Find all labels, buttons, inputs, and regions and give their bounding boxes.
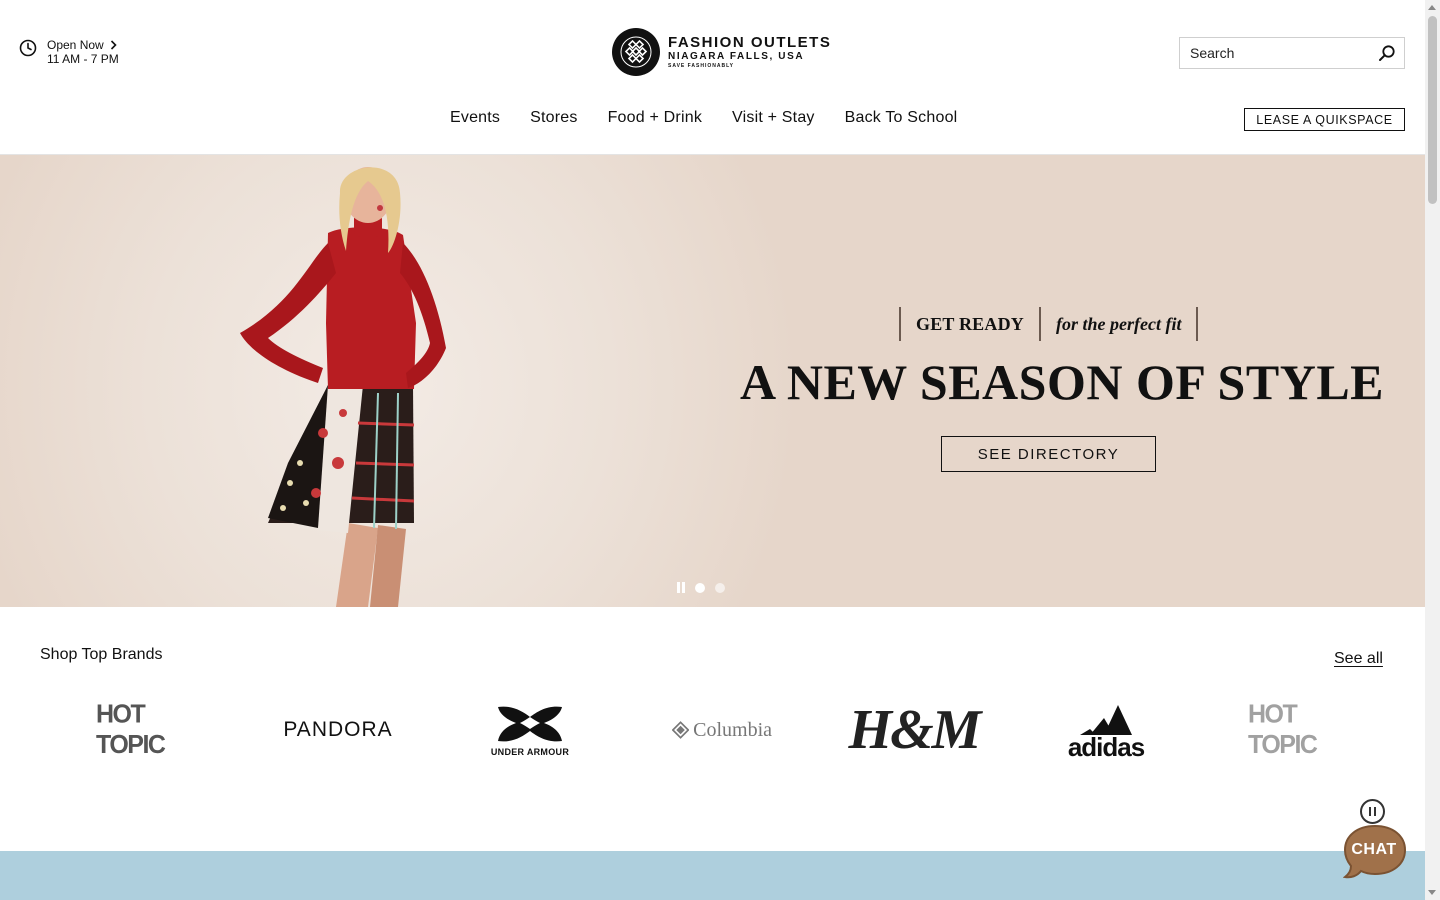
hero-headline: A NEW SEASON OF STYLE	[740, 354, 1385, 410]
see-all-link[interactable]: See all	[1334, 650, 1383, 668]
chevron-right-icon	[110, 40, 117, 50]
hours-status: Open Now	[47, 38, 104, 52]
chat-pause-icon[interactable]	[1360, 799, 1385, 824]
nav-visit-stay[interactable]: Visit + Stay	[732, 109, 815, 127]
logo-slogan: SAVE FASHIONABLY	[668, 62, 735, 69]
scrollbar-thumb[interactable]	[1428, 16, 1437, 204]
columbia-diamond-icon	[672, 721, 690, 739]
columbia-label: Columbia	[693, 718, 772, 741]
see-directory-button[interactable]: SEE DIRECTORY	[941, 436, 1156, 472]
clock-icon	[19, 39, 37, 57]
nav-food-drink[interactable]: Food + Drink	[608, 109, 702, 127]
store-hours[interactable]: Open Now 11 AM - 7 PM	[19, 38, 119, 66]
carousel-dot-2[interactable]	[715, 582, 725, 593]
brand-logo-adidas[interactable]: adidas	[1056, 690, 1156, 770]
brand-logo-under-armour[interactable]: UNDER ARMOUR	[480, 690, 580, 770]
search-input[interactable]	[1190, 45, 1378, 61]
under-armour-label: UNDER ARMOUR	[490, 747, 570, 757]
logo-subtitle: NIAGARA FALLS, USA	[668, 50, 805, 62]
under-armour-mark-icon	[498, 706, 562, 742]
logo-title: FASHION OUTLETS	[668, 33, 832, 51]
nav-events[interactable]: Events	[450, 109, 500, 127]
scroll-up-arrow-icon[interactable]	[1428, 5, 1436, 10]
chat-button[interactable]: CHAT	[1342, 824, 1407, 885]
page-scrollbar[interactable]	[1425, 0, 1440, 900]
brand-logo-hm[interactable]: H&M	[849, 690, 982, 770]
hero-model-image	[240, 167, 446, 607]
brand-logo-pandora[interactable]: PANDORA	[283, 690, 391, 770]
scroll-down-arrow-icon[interactable]	[1428, 890, 1436, 895]
search-box	[1179, 37, 1405, 69]
brands-heading: Shop Top Brands	[40, 646, 163, 663]
pause-icon[interactable]	[677, 582, 685, 593]
site-header: Open Now 11 AM - 7 PM FASHION OUTLETS NI…	[0, 0, 1425, 155]
site-logo[interactable]: FASHION OUTLETS NIAGARA FALLS, USA SAVE …	[612, 28, 831, 76]
brand-logo-columbia[interactable]: Columbia	[672, 690, 772, 770]
lease-quikspace-button[interactable]: LEASE A QUIKSPACE	[1244, 108, 1405, 131]
nav-back-to-school[interactable]: Back To School	[845, 109, 958, 127]
brand-logo-hot-topic[interactable]: HOT TOPIC	[1248, 690, 1348, 770]
adidas-label: adidas	[1067, 732, 1145, 762]
tagline-get-ready: GET READY	[916, 313, 1024, 334]
carousel-dot-1[interactable]	[695, 582, 705, 593]
hero-banner[interactable]: GET READY for the perfect fit A NEW SEAS…	[0, 155, 1425, 607]
logo-knot-icon	[612, 28, 660, 76]
search-icon[interactable]	[1378, 44, 1396, 62]
carousel-controls	[677, 582, 725, 593]
main-nav: Events Stores Food + Drink Visit + Stay …	[450, 109, 957, 127]
brand-carousel: HOT TOPIC PANDORA UNDER ARMOUR Columbia …	[50, 690, 1390, 770]
hours-range: 11 AM - 7 PM	[47, 52, 119, 66]
brand-logo-hot-topic[interactable]: HOT TOPIC	[96, 690, 196, 770]
adidas-stripes-icon	[1080, 705, 1132, 735]
chat-label: CHAT	[1351, 841, 1397, 858]
hero-tagline: GET READY for the perfect fit	[899, 307, 1199, 341]
tagline-divider	[1196, 307, 1199, 341]
tagline-perfect-fit: for the perfect fit	[1056, 313, 1182, 334]
next-section-band	[0, 851, 1425, 900]
nav-stores[interactable]: Stores	[530, 109, 577, 127]
